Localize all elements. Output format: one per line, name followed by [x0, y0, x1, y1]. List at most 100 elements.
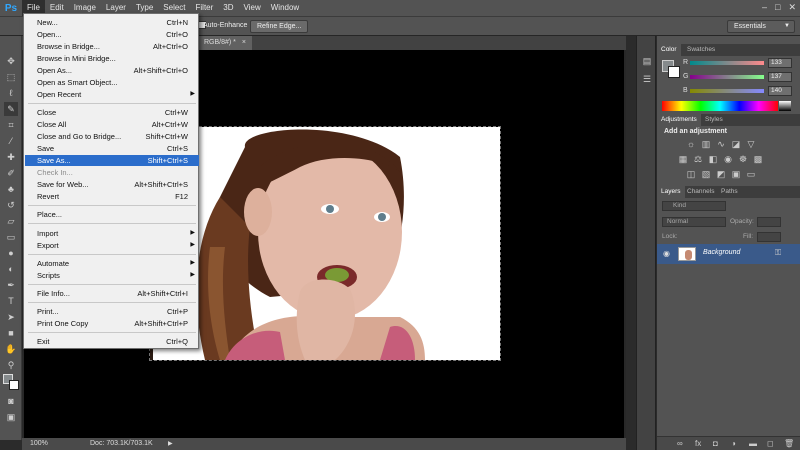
marquee-tool-icon[interactable]: ⬚: [4, 70, 18, 84]
tab-channels[interactable]: Channels: [683, 186, 718, 198]
new-layer-icon[interactable]: ◻: [767, 439, 774, 448]
red-slider[interactable]: 133: [690, 58, 795, 68]
clone-stamp-tool-icon[interactable]: ♣: [4, 182, 18, 196]
menu-item-revert[interactable]: Revert F12: [25, 191, 199, 202]
quick-selection-tool-icon[interactable]: ✎: [4, 102, 18, 116]
photo-filter-icon[interactable]: ◉: [722, 153, 734, 165]
zoom-level[interactable]: 100%: [30, 438, 48, 450]
curves-icon[interactable]: ∿: [715, 138, 727, 150]
black-white-icon[interactable]: ◧: [707, 153, 719, 165]
menu-item-place[interactable]: Place...: [25, 209, 199, 220]
layer-row-background[interactable]: ◉ Background ⚿: [657, 244, 800, 264]
tab-color[interactable]: Color: [657, 44, 681, 56]
menu-item-exit[interactable]: Exit Ctrl+Q: [25, 336, 199, 347]
lasso-tool-icon[interactable]: ℓ: [4, 86, 18, 100]
selective-color-icon[interactable]: ▣: [730, 168, 742, 180]
eraser-tool-icon[interactable]: ▱: [4, 214, 18, 228]
tab-styles[interactable]: Styles: [701, 114, 727, 126]
exposure-icon[interactable]: ◪: [730, 138, 742, 150]
visibility-icon[interactable]: ◉: [663, 249, 670, 258]
fill-field[interactable]: [757, 232, 781, 242]
color-spectrum-bar[interactable]: [662, 101, 778, 111]
green-slider[interactable]: 137: [690, 72, 795, 82]
menu-item-close[interactable]: Close Ctrl+W: [25, 107, 199, 118]
tab-layers[interactable]: Layers: [657, 186, 685, 198]
menu-item-print-one-copy[interactable]: Print One Copy Alt+Shift+Ctrl+P: [25, 318, 199, 329]
menu-item-new[interactable]: New... Ctrl+N: [25, 17, 199, 28]
menu-item-open-recent[interactable]: Open Recent ▶: [25, 89, 199, 100]
menu-item-automate[interactable]: Automate ▶: [25, 258, 199, 269]
image-layer[interactable]: [149, 126, 501, 361]
crop-tool-icon[interactable]: ⌗: [4, 118, 18, 132]
blue-value[interactable]: 140: [768, 86, 792, 96]
blue-slider[interactable]: 140: [690, 86, 795, 96]
grayscale-ramp[interactable]: [779, 101, 791, 111]
quick-mask-icon[interactable]: ◙: [4, 394, 18, 408]
invert-icon[interactable]: ◫: [685, 168, 697, 180]
status-menu-arrow-icon[interactable]: ▶: [168, 438, 173, 450]
background-color-swatch[interactable]: [9, 380, 19, 390]
layer-kind-filter[interactable]: Kind: [662, 201, 726, 211]
menu-item-close-go-bridge[interactable]: Close and Go to Bridge... Shift+Ctrl+W: [25, 131, 199, 142]
opacity-field[interactable]: [757, 217, 781, 227]
tab-paths[interactable]: Paths: [717, 186, 742, 198]
gradient-tool-icon[interactable]: ▭: [4, 230, 18, 244]
menu-window[interactable]: Window: [266, 0, 304, 16]
green-value[interactable]: 137: [768, 72, 792, 82]
menu-item-open-as[interactable]: Open As... Alt+Shift+Ctrl+O: [25, 65, 199, 76]
menu-item-scripts[interactable]: Scripts ▶: [25, 270, 199, 281]
eyedropper-tool-icon[interactable]: ⁄: [4, 134, 18, 148]
menu-item-browse-bridge[interactable]: Browse in Bridge... Alt+Ctrl+O: [25, 41, 199, 52]
history-panel-icon[interactable]: ▤: [641, 56, 653, 68]
move-tool-icon[interactable]: ✥: [4, 54, 18, 68]
menu-item-open[interactable]: Open... Ctrl+O: [25, 29, 199, 40]
menu-item-open-smart-object[interactable]: Open as Smart Object...: [25, 77, 199, 88]
levels-icon[interactable]: ▥: [700, 138, 712, 150]
tab-adjustments[interactable]: Adjustments: [657, 114, 701, 126]
blend-mode-select[interactable]: Normal: [662, 217, 726, 227]
dodge-tool-icon[interactable]: ◐: [4, 262, 18, 276]
menu-item-file-info[interactable]: File Info... Alt+Shift+Ctrl+I: [25, 288, 199, 299]
menu-item-save[interactable]: Save Ctrl+S: [25, 143, 199, 154]
rectangle-tool-icon[interactable]: ■: [4, 326, 18, 340]
menu-item-close-all[interactable]: Close All Alt+Ctrl+W: [25, 119, 199, 130]
menu-view[interactable]: View: [239, 0, 266, 16]
brush-tool-icon[interactable]: ✐: [4, 166, 18, 180]
menu-item-save-as[interactable]: Save As... Shift+Ctrl+S: [25, 155, 199, 166]
document-tab[interactable]: RGB/8#) * ×: [198, 36, 252, 50]
color-lookup-icon[interactable]: ▩: [752, 153, 764, 165]
adjustment-layer-icon[interactable]: ◑: [731, 439, 736, 448]
path-selection-tool-icon[interactable]: ➤: [4, 310, 18, 324]
type-tool-icon[interactable]: T: [4, 294, 18, 308]
close-window-button[interactable]: ✕: [788, 2, 796, 13]
hue-saturation-icon[interactable]: ▦: [677, 153, 689, 165]
vibrance-icon[interactable]: ▽: [745, 138, 757, 150]
layer-mask-icon[interactable]: ◘: [713, 439, 718, 448]
properties-panel-icon[interactable]: ☰: [641, 74, 653, 86]
hand-tool-icon[interactable]: ✋: [4, 342, 18, 356]
maximize-button[interactable]: □: [775, 2, 780, 13]
brightness-contrast-icon[interactable]: ☼: [685, 138, 697, 150]
workspace-select[interactable]: Essentials ▼: [727, 20, 795, 33]
posterize-icon[interactable]: ▧: [700, 168, 712, 180]
gradient-map-icon[interactable]: ▭: [745, 168, 757, 180]
minimize-button[interactable]: –: [762, 2, 767, 13]
blur-tool-icon[interactable]: ●: [4, 246, 18, 260]
new-group-icon[interactable]: ▬: [749, 439, 757, 448]
close-tab-icon[interactable]: ×: [242, 39, 246, 46]
threshold-icon[interactable]: ◩: [715, 168, 727, 180]
menu-item-print[interactable]: Print... Ctrl+P: [25, 306, 199, 317]
red-value[interactable]: 133: [768, 58, 792, 68]
tab-swatches[interactable]: Swatches: [683, 44, 719, 56]
zoom-tool-icon[interactable]: ⚲: [4, 358, 18, 372]
screen-mode-icon[interactable]: ▣: [4, 410, 18, 424]
layer-name[interactable]: Background: [703, 249, 740, 256]
layer-style-icon[interactable]: fx: [695, 439, 701, 448]
pen-tool-icon[interactable]: ✒: [4, 278, 18, 292]
menu-3d[interactable]: 3D: [218, 0, 238, 16]
color-balance-icon[interactable]: ⚖: [692, 153, 704, 165]
healing-brush-tool-icon[interactable]: ✚: [4, 150, 18, 164]
trash-icon[interactable]: 🗑: [784, 439, 794, 448]
refine-edge-button[interactable]: Refine Edge...: [250, 20, 309, 33]
menu-item-import[interactable]: Import ▶: [25, 228, 199, 239]
